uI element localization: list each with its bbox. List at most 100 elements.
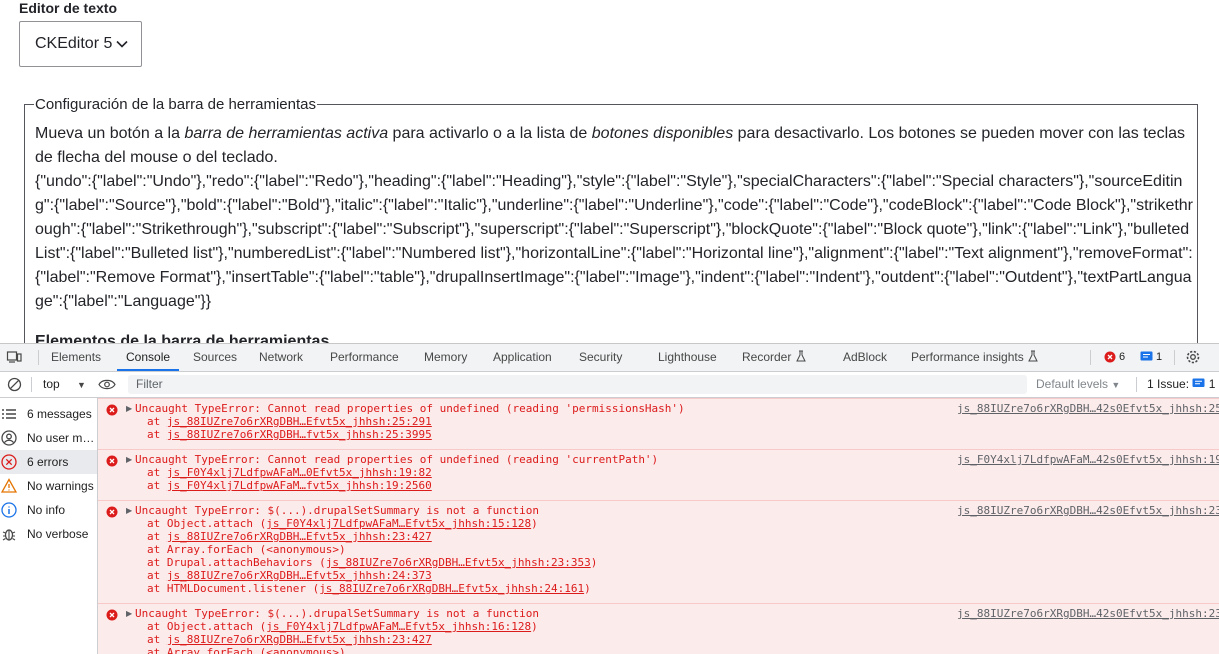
stack-frame-text: ) xyxy=(531,517,538,530)
error-icon xyxy=(106,455,118,467)
stack-frame-link[interactable]: js_88IUZre7o6rXRgDBH…Efvt5x_jhhsh:24:161 xyxy=(319,582,584,595)
stack-frame-link[interactable]: js_88IUZre7o6rXRgDBH…Efvt5x_jhhsh:23:353 xyxy=(326,556,591,569)
tab-performance[interactable]: Performance xyxy=(330,344,399,371)
tab-console[interactable]: Console xyxy=(117,344,180,371)
console-error-message[interactable]: ▶ Uncaught TypeError: Cannot read propert… xyxy=(98,398,1219,449)
eye-icon[interactable] xyxy=(98,378,116,391)
sidebar-item-label: 6 errors xyxy=(27,455,69,469)
error-source-link[interactable]: js_88IUZre7o6rXRgDBH…42s0Efvt5x_jhhsh:23 xyxy=(957,607,1219,620)
expand-triangle-icon[interactable]: ▶ xyxy=(126,455,132,464)
sidebar-item-label: No info xyxy=(27,503,66,517)
stack-frame: at Object.attach (js_F0Y4xlj7LdfpwAFaM…E… xyxy=(147,517,538,530)
tab-elements[interactable]: Elements xyxy=(51,344,101,371)
devtools-panel: Elements Console Sources Network Perform… xyxy=(0,343,1219,654)
stack-frame-link[interactable]: js_F0Y4xlj7LdfpwAFaM…Efvt5x_jhhsh:15:128 xyxy=(266,517,531,530)
tab-memory[interactable]: Memory xyxy=(424,344,467,371)
stack-frame-link[interactable]: js_F0Y4xlj7LdfpwAFaM…0Efvt5x_jhhsh:19:82 xyxy=(167,466,432,479)
device-toolbar-icon[interactable] xyxy=(6,349,22,365)
expand-triangle-icon[interactable]: ▶ xyxy=(126,506,132,515)
sidebar-item-errors[interactable]: 6 errors xyxy=(0,450,97,474)
editor-select-value: CKEditor 5 xyxy=(35,35,113,52)
stack-frame-link[interactable]: js_F0Y4xlj7LdfpwAFaM…fvt5x_jhhsh:19:2560 xyxy=(167,479,432,492)
toolbar-json-dump: {"undo":{"label":"Undo"},"redo":{"label"… xyxy=(35,173,1194,310)
sidebar-item-label: No verbose xyxy=(27,527,89,541)
sidebar-item-label: No user m… xyxy=(27,431,95,445)
stack-frame-link[interactable]: js_88IUZre7o6rXRgDBH…fvt5x_jhhsh:25:3995 xyxy=(167,428,432,441)
issues-count: 1 xyxy=(1208,377,1216,391)
console-error-message[interactable]: ▶ Uncaught TypeError: $(...).drupalSetSum… xyxy=(98,603,1219,654)
context-selector-value: top xyxy=(43,377,60,391)
message-icon xyxy=(1192,378,1205,387)
issues-button[interactable]: 1 Issue: 1 xyxy=(1147,372,1215,397)
editor-field-label: Editor de texto xyxy=(19,0,118,16)
tabbar-separator xyxy=(1090,350,1091,365)
error-source-link[interactable]: js_88IUZre7o6rXRgDBH…42s0Efvt5x_jhhsh:23 xyxy=(957,504,1219,517)
error-source-link[interactable]: js_F0Y4xlj7LdfpwAFaM…42s0Efvt5x_jhhsh:19 xyxy=(957,453,1219,466)
console-error-message[interactable]: ▶ Uncaught TypeError: Cannot read propert… xyxy=(98,449,1219,500)
info-count-badge[interactable]: 1 xyxy=(1140,350,1162,364)
gear-icon[interactable] xyxy=(1185,349,1201,365)
filter-input[interactable]: Filter xyxy=(128,375,1027,394)
stack-frame-link[interactable]: js_88IUZre7o6rXRgDBH…Efvt5x_jhhsh:23:427 xyxy=(167,633,432,646)
tab-application[interactable]: Application xyxy=(493,344,552,371)
log-levels-dropdown[interactable]: Default levels ▼ xyxy=(1036,372,1120,397)
stack-frame-text: at xyxy=(147,415,167,428)
error-count: 6 xyxy=(1119,351,1126,363)
error-text: Uncaught TypeError: Cannot read properti… xyxy=(135,453,659,466)
tab-security[interactable]: Security xyxy=(579,344,622,371)
stack-frame: at js_88IUZre7o6rXRgDBH…fvt5x_jhhsh:25:3… xyxy=(147,428,432,441)
message-icon xyxy=(1140,351,1153,361)
sidebar-item-verbose[interactable]: No verbose xyxy=(0,522,97,546)
desc-emphasis-active-toolbar: barra de herramientas activa xyxy=(184,125,389,142)
error-source-link[interactable]: js_88IUZre7o6rXRgDBH…42s0Efvt5x_jhhsh:25 xyxy=(957,402,1219,415)
issues-label: 1 Issue: xyxy=(1147,377,1190,391)
stack-frame-text: at Object.attach ( xyxy=(147,517,267,530)
error-icon xyxy=(1,454,17,470)
error-icon xyxy=(106,404,118,416)
error-icon xyxy=(106,506,118,518)
stack-frame: at js_88IUZre7o6rXRgDBH…Efvt5x_jhhsh:23:… xyxy=(147,633,432,646)
console-error-message[interactable]: ▶ Uncaught TypeError: $(...).drupalSetSum… xyxy=(98,500,1219,603)
tab-adblock[interactable]: AdBlock xyxy=(843,344,887,371)
stack-frame-link[interactable]: js_F0Y4xlj7LdfpwAFaM…Efvt5x_jhhsh:16:128 xyxy=(266,620,531,633)
tabbar-separator xyxy=(38,350,39,365)
expand-triangle-icon[interactable]: ▶ xyxy=(126,404,132,413)
warning-icon xyxy=(1,478,17,493)
sidebar-item-messages[interactable]: 6 messages xyxy=(0,402,97,426)
tab-recorder-label: Recorder xyxy=(742,350,792,364)
filter-placeholder: Filter xyxy=(136,377,163,391)
stack-frame: at js_88IUZre7o6rXRgDBH…Efvt5x_jhhsh:23:… xyxy=(147,530,432,543)
toolbar-separator xyxy=(1136,377,1137,392)
tabbar-separator xyxy=(1174,350,1175,365)
triangle-down-icon: ▼ xyxy=(77,380,86,390)
tab-sources[interactable]: Sources xyxy=(193,344,237,371)
stack-frame: at Object.attach (js_F0Y4xlj7LdfpwAFaM…E… xyxy=(147,620,538,633)
flask-icon xyxy=(795,350,806,362)
error-count-badge[interactable]: 6 xyxy=(1104,350,1125,364)
triangle-down-icon: ▼ xyxy=(1111,380,1121,390)
context-selector[interactable]: top ▼ xyxy=(43,372,86,397)
sidebar-item-info[interactable]: No info xyxy=(0,498,97,522)
toolbar-config-legend: Configuración de la barra de herramienta… xyxy=(35,96,316,113)
sidebar-item-user-messages[interactable]: No user m… xyxy=(0,426,97,450)
stack-frame-text: ) xyxy=(584,582,591,595)
tab-recorder[interactable]: Recorder xyxy=(742,344,807,371)
stack-frame-link[interactable]: js_88IUZre7o6rXRgDBH…Efvt5x_jhhsh:23:427 xyxy=(167,530,432,543)
chevron-down-icon xyxy=(116,40,128,48)
stack-frame-text: at xyxy=(147,479,167,492)
stack-frame-text: at xyxy=(147,428,167,441)
expand-triangle-icon[interactable]: ▶ xyxy=(126,609,132,618)
clear-console-icon[interactable] xyxy=(7,377,22,392)
sidebar-item-warnings[interactable]: No warnings xyxy=(0,474,97,498)
stack-frame-link[interactable]: js_88IUZre7o6rXRgDBH…Efvt5x_jhhsh:24:373 xyxy=(167,569,432,582)
tab-network[interactable]: Network xyxy=(259,344,303,371)
stack-frame-text: at xyxy=(147,530,167,543)
tab-performance-insights[interactable]: Performance insights xyxy=(911,344,1039,371)
desc-emphasis-available-buttons: botones disponibles xyxy=(591,125,734,142)
stack-frame-link[interactable]: js_88IUZre7o6rXRgDBH…Efvt5x_jhhsh:25:291 xyxy=(167,415,432,428)
desc-text-1: Mueva un botón a la xyxy=(35,125,185,142)
stack-frame-text: at xyxy=(147,633,167,646)
tab-lighthouse[interactable]: Lighthouse xyxy=(658,344,717,371)
error-icon xyxy=(1104,351,1116,363)
editor-select[interactable]: CKEditor 5 xyxy=(19,21,142,67)
